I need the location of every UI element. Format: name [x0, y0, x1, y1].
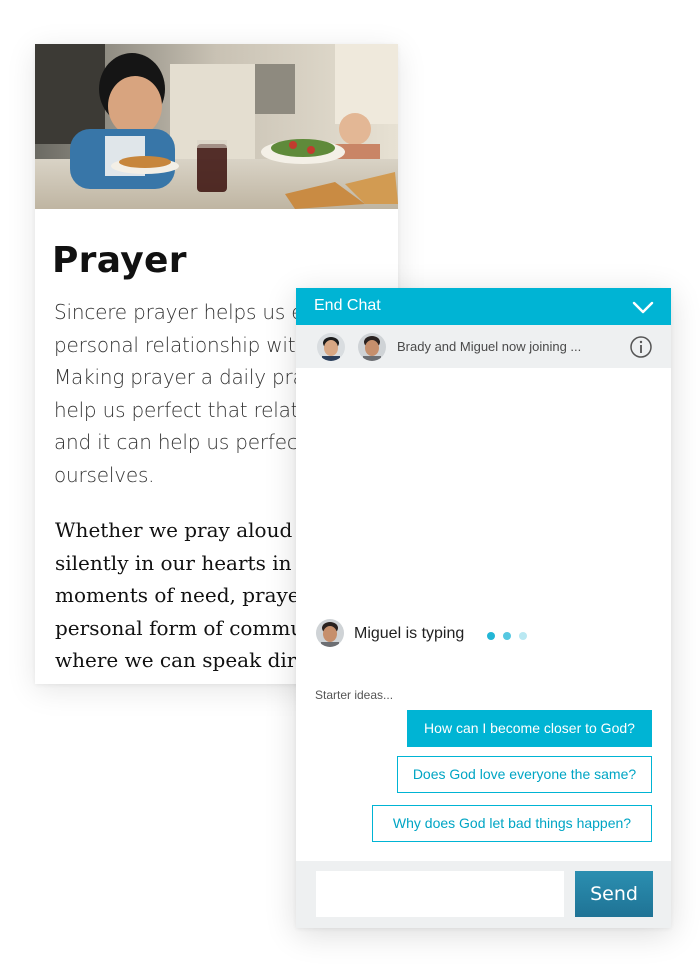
participants-bar: Brady and Miguel now joining ...: [296, 325, 671, 368]
starter-idea-god-love-everyone[interactable]: Does God love everyone the same?: [397, 756, 652, 793]
starter-idea-closer-to-god[interactable]: How can I become closer to God?: [407, 710, 652, 747]
article-title: Prayer: [52, 240, 187, 281]
info-icon[interactable]: [629, 335, 653, 359]
joining-status-text: Brady and Miguel now joining ...: [397, 339, 582, 354]
typing-dot: [519, 632, 527, 640]
message-composer: Send: [296, 861, 671, 928]
chat-widget: End Chat Brady and Miguel now joining ..…: [296, 288, 671, 928]
end-chat-button[interactable]: End Chat: [314, 297, 381, 315]
send-button[interactable]: Send: [575, 871, 653, 917]
starter-idea-bad-things[interactable]: Why does God let bad things happen?: [372, 805, 652, 842]
avatar-miguel: [316, 619, 344, 647]
starter-ideas-label: Starter ideas...: [315, 688, 394, 702]
family-dinner-photo: [35, 44, 398, 209]
typing-indicator: Miguel is typing: [316, 619, 646, 649]
typing-dot: [503, 632, 511, 640]
chevron-down-icon[interactable]: [631, 296, 655, 318]
avatar-miguel: [358, 333, 386, 361]
message-input[interactable]: [316, 871, 564, 917]
chat-header: End Chat: [296, 288, 671, 325]
avatar-brady: [317, 333, 345, 361]
typing-text: Miguel is typing: [354, 625, 465, 642]
typing-dot: [487, 632, 495, 640]
